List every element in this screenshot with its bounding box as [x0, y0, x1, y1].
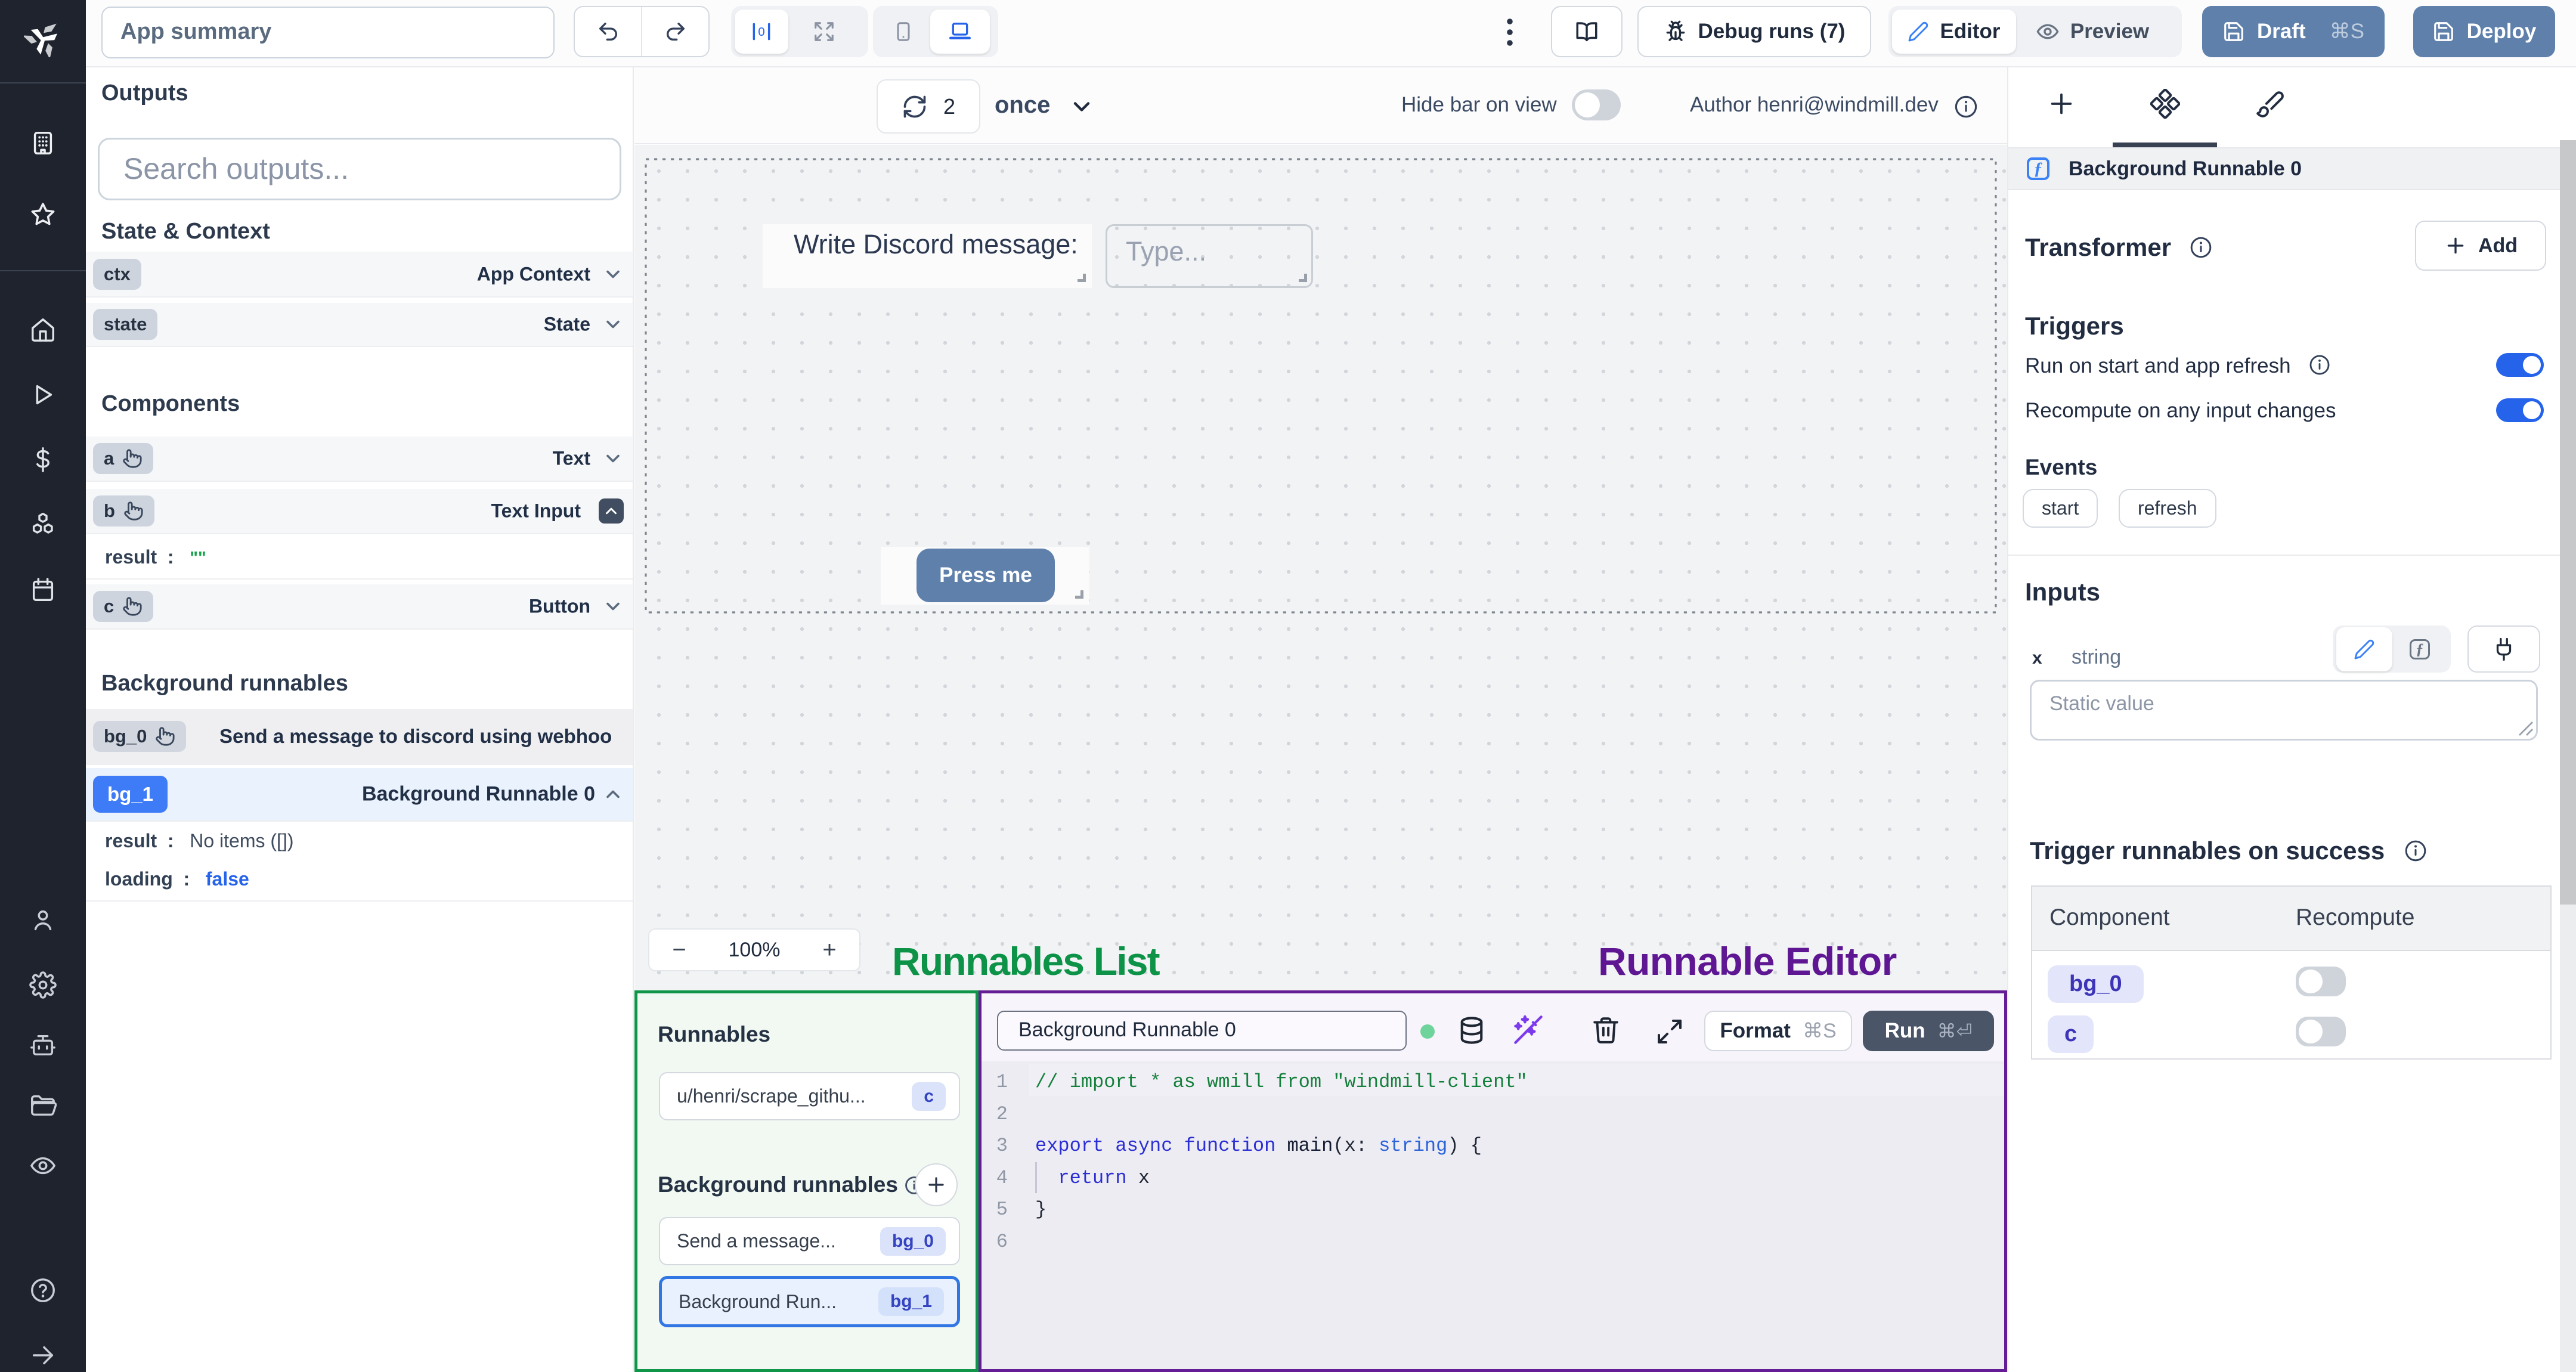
svg-text:0: 0: [758, 25, 764, 39]
